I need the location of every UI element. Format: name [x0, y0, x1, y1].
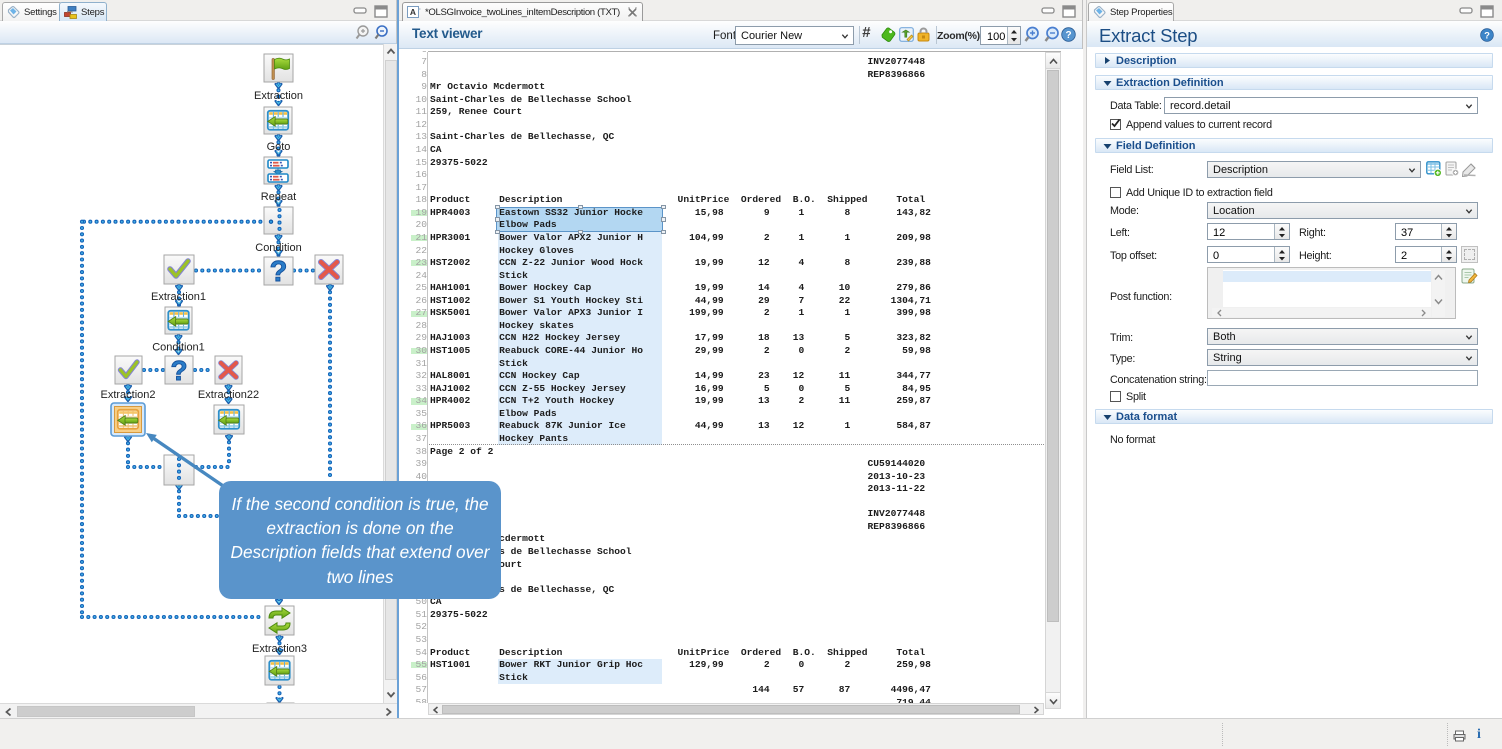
svg-text:Extraction1: Extraction1 [151, 291, 206, 303]
svg-text:?: ? [170, 355, 187, 386]
svg-text:?: ? [1065, 30, 1071, 41]
svg-text:?: ? [1484, 31, 1490, 42]
svg-text:Condition1: Condition1 [152, 342, 205, 354]
svg-text:?: ? [270, 256, 288, 288]
svg-text:Repeat: Repeat [261, 191, 296, 203]
svg-text:Goto: Goto [267, 141, 291, 153]
svg-text:Extraction22: Extraction22 [198, 389, 259, 401]
svg-text:Extraction: Extraction [254, 90, 303, 102]
svg-text:Condition: Condition [255, 242, 301, 254]
svg-text:A: A [410, 7, 416, 17]
svg-text:Extraction2: Extraction2 [100, 389, 155, 401]
svg-text:Extraction3: Extraction3 [252, 643, 307, 655]
